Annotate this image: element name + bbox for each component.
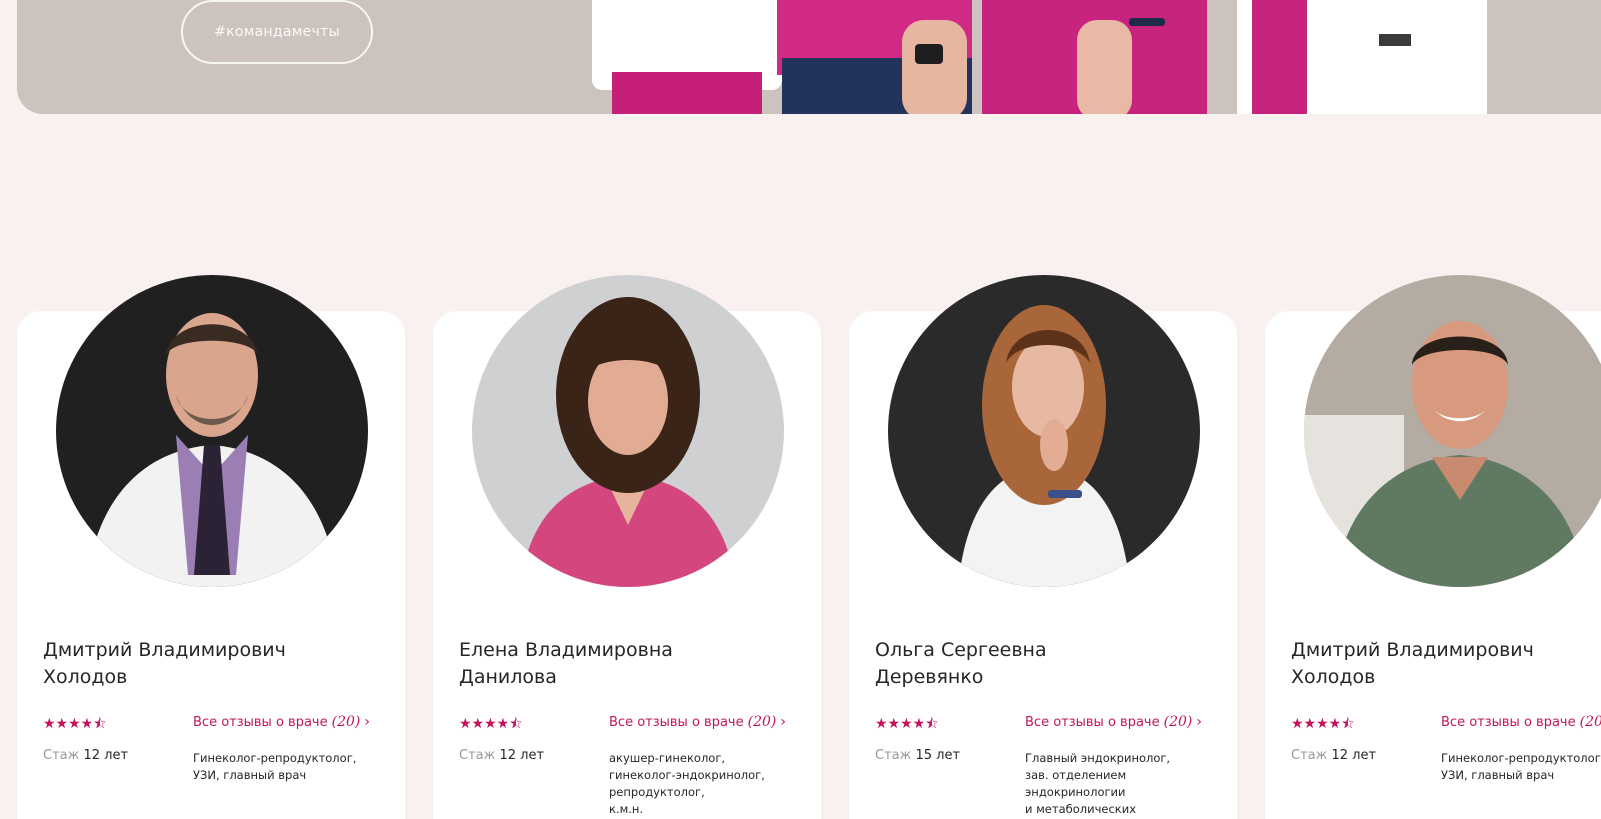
chevron-right-icon: › — [780, 714, 786, 730]
doctor-photo[interactable] — [1304, 275, 1601, 587]
doctor-photo[interactable] — [472, 275, 784, 587]
chevron-right-icon: › — [1196, 714, 1202, 730]
team-hero-banner: #командамечты — [17, 0, 1601, 114]
doctor-specialty: Гинеколог-репродуктолог, УЗИ, главный вр… — [193, 751, 357, 782]
experience: Стаж 12 лет — [1291, 748, 1376, 763]
rating-stars: ★★★★⯪ — [43, 716, 107, 732]
chevron-right-icon: › — [364, 714, 370, 730]
experience-value: 12 лет — [1331, 748, 1377, 763]
doctor-portrait-image — [56, 275, 368, 587]
reviews-count: (20) — [747, 714, 777, 730]
doctor-specialty: Гинеколог-репродуктолог, УЗИ, главный вр… — [1441, 751, 1601, 782]
experience-label: Стаж — [1291, 748, 1328, 763]
team-hashtag-button[interactable]: #командамечты — [181, 0, 373, 64]
reviews-count: (20) — [1579, 714, 1601, 730]
doctor-cards-list: Дмитрий Владимирович Холодов ★★★★⯪ Все о… — [17, 275, 1601, 819]
doctor-portrait-image — [1304, 275, 1601, 587]
reviews-count: (20) — [331, 714, 361, 730]
experience: Стаж 15 лет — [875, 748, 960, 763]
all-reviews-link[interactable]: Все отзывы о враче (20) › — [1025, 714, 1202, 730]
doctor-name[interactable]: Елена Владимировна Данилова — [459, 637, 779, 691]
reviews-link-label: Все отзывы о враче — [609, 714, 744, 730]
doctor-photo[interactable] — [56, 275, 368, 587]
doctor-specialty: Главный эндокринолог, зав. отделением эн… — [1025, 751, 1171, 816]
experience-label: Стаж — [875, 748, 912, 763]
doctor-card[interactable]: Дмитрий Владимирович Холодов ★★★★⯪ Все о… — [1265, 275, 1601, 819]
doctor-name[interactable]: Ольга Сергеевна Деревянко — [875, 637, 1195, 691]
experience-value: 12 лет — [83, 748, 129, 763]
rating-stars: ★★★★⯪ — [459, 716, 523, 732]
doctor-portrait-image — [472, 275, 784, 587]
doctor-card[interactable]: Ольга Сергеевна Деревянко ★★★★⯪ Все отзы… — [849, 275, 1237, 819]
doctor-card[interactable]: Дмитрий Владимирович Холодов ★★★★⯪ Все о… — [17, 275, 405, 819]
doctor-name[interactable]: Дмитрий Владимирович Холодов — [43, 637, 363, 691]
experience-label: Стаж — [43, 748, 80, 763]
rating-stars: ★★★★⯪ — [875, 716, 939, 732]
doctor-photo[interactable] — [888, 275, 1200, 587]
reviews-link-label: Все отзывы о враче — [1441, 714, 1576, 730]
experience-value: 15 лет — [915, 748, 961, 763]
experience: Стаж 12 лет — [43, 748, 128, 763]
all-reviews-link[interactable]: Все отзывы о враче (20) › — [609, 714, 786, 730]
reviews-count: (20) — [1163, 714, 1193, 730]
experience: Стаж 12 лет — [459, 748, 544, 763]
doctor-specialty: акушер-гинеколог, гинеколог-эндокринолог… — [609, 751, 765, 816]
all-reviews-link[interactable]: Все отзывы о враче (20) › — [1441, 714, 1601, 730]
reviews-link-label: Все отзывы о враче — [193, 714, 328, 730]
rating-stars: ★★★★⯪ — [1291, 716, 1355, 732]
all-reviews-link[interactable]: Все отзывы о враче (20) › — [193, 714, 370, 730]
doctor-portrait-image — [888, 275, 1200, 587]
experience-value: 12 лет — [499, 748, 545, 763]
doctor-card[interactable]: Елена Владимировна Данилова ★★★★⯪ Все от… — [433, 275, 821, 819]
experience-label: Стаж — [459, 748, 496, 763]
doctor-name[interactable]: Дмитрий Владимирович Холодов — [1291, 637, 1601, 691]
reviews-link-label: Все отзывы о враче — [1025, 714, 1160, 730]
